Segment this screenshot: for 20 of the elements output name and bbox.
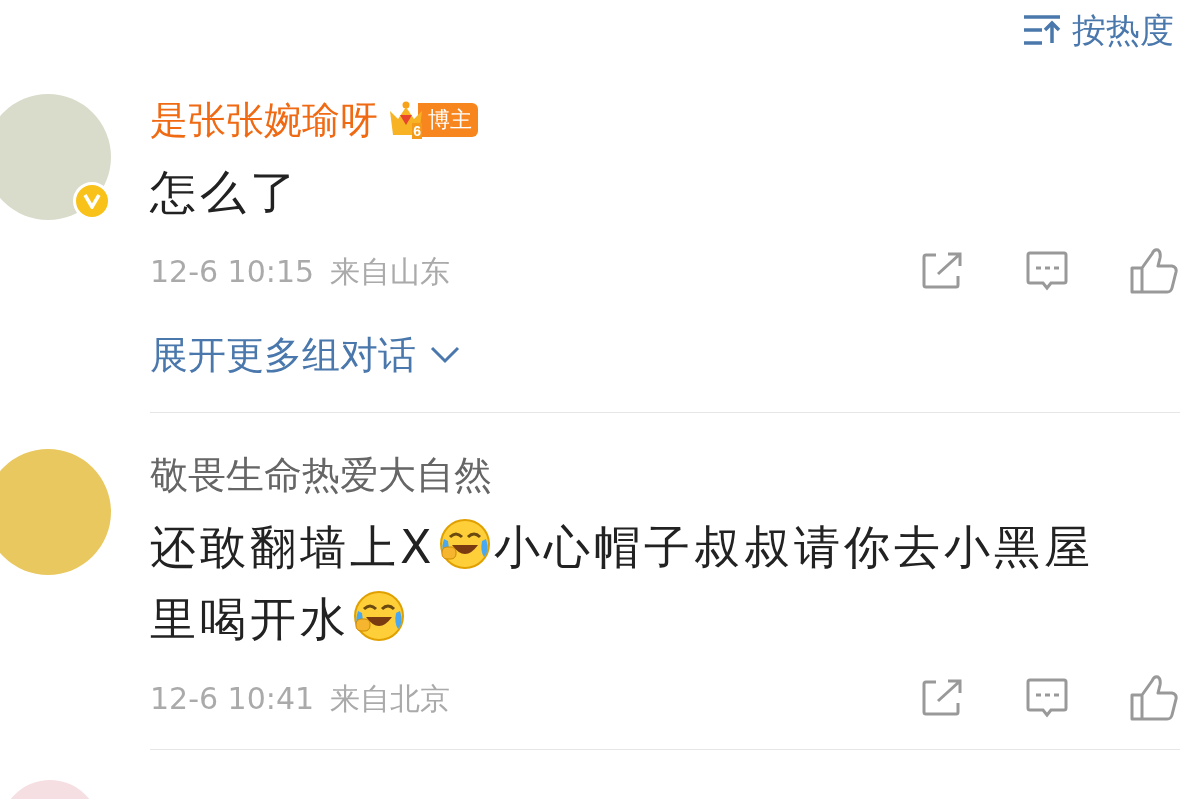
comment-icon[interactable] [1026, 251, 1068, 291]
laughing-crying-emoji-icon [437, 517, 492, 571]
comment-icon[interactable] [1026, 678, 1068, 718]
thumbs-up-icon[interactable] [1130, 248, 1178, 294]
comment-text: 怎么了 [150, 164, 301, 221]
comment-text: 还敢翻墙上X 小心帽子叔叔请你去小黑屋里喝开水 [150, 511, 1140, 655]
sort-button[interactable]: 按热度 [1022, 8, 1174, 52]
location-text: 来自山东 [330, 252, 451, 291]
location-text: 来自北京 [330, 679, 451, 718]
username-link[interactable]: 敬畏生命热爱大自然 [150, 450, 492, 500]
timestamp: 12-6 10:15 [150, 252, 315, 291]
laughing-crying-emoji-icon [352, 589, 406, 643]
timestamp: 12-6 10:41 [150, 679, 315, 718]
expand-conversation-link[interactable]: 展开更多组对话 [150, 330, 1160, 380]
share-icon[interactable] [922, 252, 964, 290]
sort-icon [1022, 14, 1062, 46]
thumbs-up-icon[interactable] [1130, 675, 1178, 721]
chevron-down-icon [430, 346, 460, 364]
username-link[interactable]: 是张张婉瑜呀 [150, 95, 378, 145]
share-icon[interactable] [922, 679, 964, 717]
